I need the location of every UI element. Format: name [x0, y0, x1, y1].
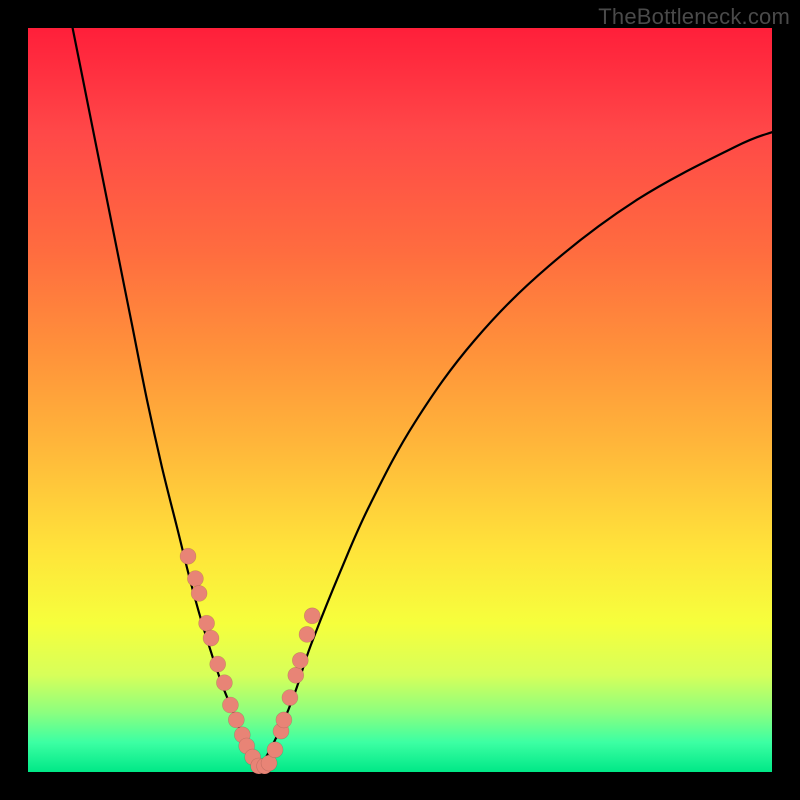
right-curve	[259, 132, 772, 768]
watermark-text: TheBottleneck.com	[598, 4, 790, 30]
marker-point	[187, 571, 203, 587]
marker-point	[292, 652, 308, 668]
marker-point	[199, 615, 215, 631]
marker-point	[276, 712, 292, 728]
marker-point	[180, 548, 196, 564]
marker-point	[288, 667, 304, 683]
marker-point	[216, 675, 232, 691]
marker-point	[282, 690, 298, 706]
plot-area	[28, 28, 772, 772]
chart-frame: TheBottleneck.com	[0, 0, 800, 800]
marker-group	[180, 548, 320, 774]
marker-point	[299, 626, 315, 642]
marker-point	[210, 656, 226, 672]
marker-point	[267, 742, 283, 758]
chart-svg	[28, 28, 772, 772]
marker-point	[228, 712, 244, 728]
marker-point	[191, 585, 207, 601]
marker-point	[222, 697, 238, 713]
marker-point	[203, 630, 219, 646]
left-curve	[73, 28, 259, 768]
marker-point	[304, 608, 320, 624]
